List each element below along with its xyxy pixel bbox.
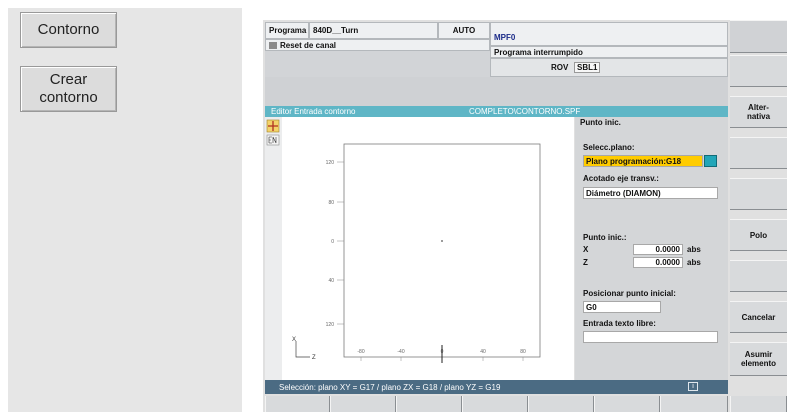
file-name-text: MPF0 [494,33,516,42]
plane-select-value: Plano programación:G18 [586,156,682,166]
mode-text: AUTO [452,26,476,35]
alternative-label-line2: nativa [746,112,771,121]
z-unit: abs [687,258,701,267]
form-section-title: Punto inic. [580,118,621,127]
axis-z-label: Z [312,355,316,361]
y-tick-label: 80 [328,200,334,206]
z-input[interactable]: 0.0000 [633,257,683,268]
sbl-indicator: SBL1 [574,62,601,73]
create-contour-label-line1: Crear [49,71,88,88]
info-icon[interactable]: i [688,382,698,391]
cnc-hmi-screen: Programa 840D__Turn AUTO MPF0 Reset de c… [263,20,787,412]
plot-ticks: 12080040120-80-4004080 [326,160,526,361]
cancel-softkey[interactable]: Cancelar [730,301,787,333]
program-label-text: Programa [269,26,307,35]
x-label: X [583,245,589,254]
horizontal-softkeys [263,396,787,412]
position-label: Posicionar punto inicial: [583,289,676,298]
editor-file-path: COMPLETO\CONTORNO.SPF [469,107,581,116]
accept-label-line1: Asumir [744,350,773,359]
y-tick-label: 0 [331,239,334,245]
vertical-softkeys: Alter- nativa Polo Cancelar Asumir eleme… [730,20,787,394]
hsoftkey-8[interactable] [730,396,787,412]
y-tick-label: 40 [328,278,334,284]
position-value: G0 [586,302,597,312]
transverse-axis-label: Acotado eje transv.: [583,174,659,183]
transverse-axis-value: Diámetro (DIAMON) [586,188,661,198]
start-point-form: Punto inic. Selecc.plano: Plano programa… [575,117,728,380]
transverse-axis-field[interactable]: Diámetro (DIAMON) [583,187,718,199]
contour-button[interactable]: Contorno [20,12,117,48]
x-tick-label: -80 [357,349,364,355]
softkey-1[interactable] [730,20,787,53]
program-label: Programa [265,22,309,39]
alternative-label-line1: Alter- [748,103,769,112]
editor-title: Editor Entrada contorno [271,107,356,116]
mode-indicator: AUTO [438,22,490,39]
x-input[interactable]: 0.0000 [633,244,683,255]
create-contour-button[interactable]: Crear contorno [20,66,117,112]
origin-marker [441,240,443,242]
hsoftkey-7[interactable] [660,396,728,412]
channel-reset-text: Reset de canal [280,40,337,50]
create-contour-label-line2: contorno [39,89,98,106]
y-tick-label: 120 [326,322,335,328]
free-text-label: Entrada texto libre: [583,319,656,328]
hsoftkey-3[interactable] [396,396,462,412]
softkey-5[interactable] [730,178,787,210]
softkey-4[interactable] [730,137,787,169]
z-label: Z [583,258,588,267]
file-name: MPF0 [490,22,728,46]
axis-x-label: X [292,337,296,343]
softkey-2[interactable] [730,55,787,87]
program-status-text: Programa interrumpido [494,47,583,57]
status-bar: Selección: plano XY = G17 / plano ZX = G… [265,380,728,394]
plane-select[interactable]: Plano programación:G18 [583,155,703,167]
y-tick-label: 120 [326,160,335,166]
rov-indicator: ROV [551,63,569,72]
axis-cross: X Z [292,337,316,361]
plot-frame [343,143,541,358]
graphic-toolstrip [265,117,282,380]
hsoftkey-1[interactable] [265,396,330,412]
program-name: 840D__Turn [309,22,438,39]
contour-button-label: Contorno [37,21,100,38]
plane-toggle-icon[interactable] [704,155,717,167]
alternative-softkey[interactable]: Alter- nativa [730,96,787,128]
hsoftkey-5[interactable] [528,396,594,412]
pole-label: Polo [749,230,768,240]
header-spacer [265,77,728,106]
softkey-7[interactable] [730,260,787,292]
program-name-text: 840D__Turn [313,26,359,35]
free-text-field[interactable] [583,331,718,343]
reset-icon [269,41,277,49]
x-tick-label: -40 [397,349,404,355]
left-panel: Contorno Crear contorno [8,8,242,412]
channel-status: Reset de canal [265,39,490,51]
hsoftkey-4[interactable] [462,396,528,412]
hsoftkey-6[interactable] [594,396,660,412]
pole-softkey[interactable]: Polo [730,219,787,251]
start-point-label: Punto inic.: [583,233,627,242]
accept-label-line2: elemento [740,359,777,368]
move-icon[interactable] [266,119,280,133]
accept-element-softkey[interactable]: Asumir elemento [730,342,787,376]
status-text: Selección: plano XY = G17 / plano ZX = G… [279,382,501,392]
toolstrip-icons [266,119,280,146]
contour-plot-svg: 12080040120-80-4004080 X Z [292,143,541,363]
x-tick-label: 80 [520,349,526,355]
x-tick-label: 40 [480,349,486,355]
program-status: Programa interrumpido [490,46,728,58]
position-field[interactable]: G0 [583,301,661,313]
override-row: ROV SBL1 [490,58,728,77]
cancel-label: Cancelar [741,312,776,322]
channel-message-area [265,51,490,77]
editor-title-bar: Editor Entrada contorno COMPLETO\CONTORN… [265,106,728,117]
end-icon[interactable] [266,134,280,146]
hsoftkey-2[interactable] [330,396,396,412]
x-unit: abs [687,245,701,254]
plane-label: Selecc.plano: [583,143,635,152]
contour-graphic: 12080040120-80-4004080 X Z [282,117,574,380]
